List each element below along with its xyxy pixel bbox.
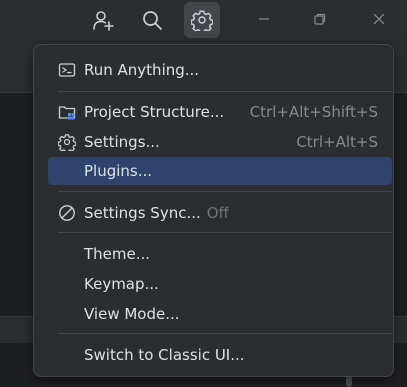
gear-icon [57, 133, 77, 154]
menu-item-label: Run Anything... [84, 61, 200, 79]
menu-item-project-structure[interactable]: Project Structure... Ctrl+Alt+Shift+S [48, 98, 392, 126]
menu-item-label: Project Structure... [84, 103, 225, 121]
search-button[interactable] [134, 2, 170, 38]
restore-button[interactable] [300, 0, 340, 40]
title-bar [0, 0, 407, 40]
menu-item-label: View Mode... [84, 305, 180, 323]
menu-item-keymap[interactable]: Keymap... [48, 270, 392, 298]
menu-separator [58, 191, 392, 192]
settings-sync-label: Settings Sync... [84, 204, 201, 222]
menu-item-label: Plugins... [84, 162, 153, 180]
project-structure-icon [58, 103, 76, 121]
menu-separator [58, 333, 392, 334]
menu-item-label: Switch to Classic UI... [84, 346, 245, 364]
restore-icon [313, 11, 327, 30]
menu-item-run-anything[interactable]: Run Anything... [48, 56, 392, 84]
menu-item-settings[interactable]: Settings... Ctrl+Alt+S [48, 128, 392, 156]
menu-item-settings-sync[interactable]: Settings Sync... Off [48, 199, 392, 227]
run-anything-icon [58, 61, 76, 79]
menu-item-label: Keymap... [84, 275, 159, 293]
keyboard-shortcut: Ctrl+Alt+S [296, 133, 378, 151]
menu-item-plugins[interactable]: Plugins... [48, 157, 392, 185]
settings-popup-menu: Run Anything... Project Structure... Ctr… [33, 44, 394, 377]
close-button[interactable] [359, 0, 399, 40]
sync-disabled-icon [58, 204, 76, 222]
add-user-button[interactable] [85, 2, 121, 38]
menu-item-view-mode[interactable]: View Mode... [48, 300, 392, 328]
minimize-button[interactable] [244, 0, 284, 40]
menu-item-label: Settings Sync... Off [84, 203, 229, 223]
keyboard-shortcut: Ctrl+Alt+Shift+S [249, 103, 378, 121]
gear-icon [191, 9, 213, 31]
menu-item-label: Theme... [84, 245, 151, 263]
close-icon [372, 11, 386, 30]
menu-item-switch-classic-ui[interactable]: Switch to Classic UI... [48, 341, 392, 369]
menu-separator [58, 91, 392, 92]
menu-item-theme[interactable]: Theme... [48, 240, 392, 268]
search-icon [141, 9, 163, 31]
menu-separator [58, 232, 392, 233]
settings-button[interactable] [184, 2, 220, 38]
sync-state: Off [206, 204, 229, 222]
minimize-icon [257, 11, 271, 30]
menu-item-label: Settings... [84, 133, 160, 151]
person-add-icon [92, 9, 114, 31]
